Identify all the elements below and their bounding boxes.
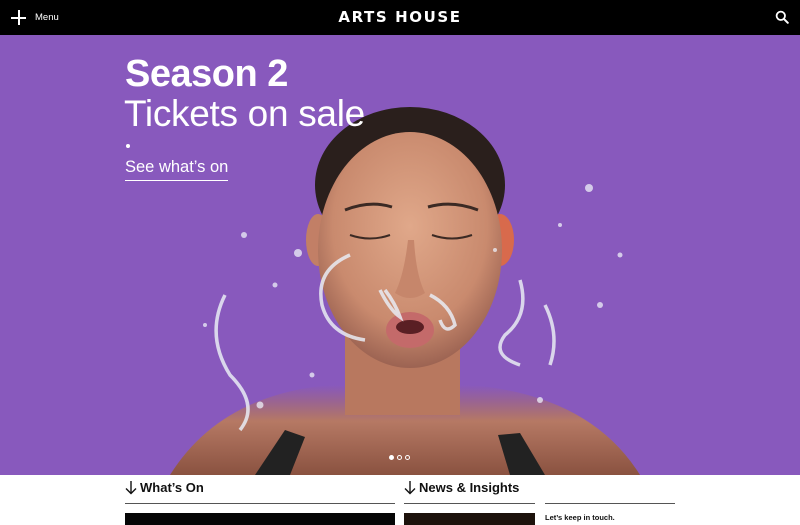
see-whats-on-link[interactable]: See what’s on <box>125 158 229 181</box>
hero-title: Season 2 <box>125 53 288 95</box>
menu-label: Menu <box>35 12 59 23</box>
news-insights-label: News & Insights <box>419 480 520 495</box>
plus-icon <box>11 10 26 25</box>
hero-photo <box>170 107 640 475</box>
menu-button[interactable]: Menu <box>11 8 59 27</box>
newsletter-divider <box>545 503 675 504</box>
news-insights-heading[interactable]: News & Insights <box>404 480 535 504</box>
carousel-dot-1[interactable] <box>389 455 394 460</box>
carousel-indicators <box>389 455 410 460</box>
carousel-dot-2[interactable] <box>397 455 402 460</box>
carousel-dot-3[interactable] <box>405 455 410 460</box>
whats-on-label: What’s On <box>140 480 204 495</box>
whats-on-heading[interactable]: What’s On <box>125 480 395 504</box>
hero-subtitle: Tickets on sale <box>124 93 365 134</box>
whats-on-thumbnail[interactable] <box>125 513 395 525</box>
newsletter-heading: Let’s keep in touch. <box>545 513 615 522</box>
hero-bullet <box>126 144 130 148</box>
top-navigation-bar: Menu ARTS HOUSE <box>0 0 800 35</box>
arrow-down-icon <box>125 481 137 495</box>
hero-banner[interactable]: Season 2 Tickets on sale See what’s on <box>0 35 800 475</box>
search-icon[interactable] <box>775 10 789 24</box>
site-logo[interactable]: ARTS HOUSE <box>0 8 800 26</box>
arrow-down-icon <box>404 481 416 495</box>
news-thumbnail[interactable] <box>404 513 535 525</box>
